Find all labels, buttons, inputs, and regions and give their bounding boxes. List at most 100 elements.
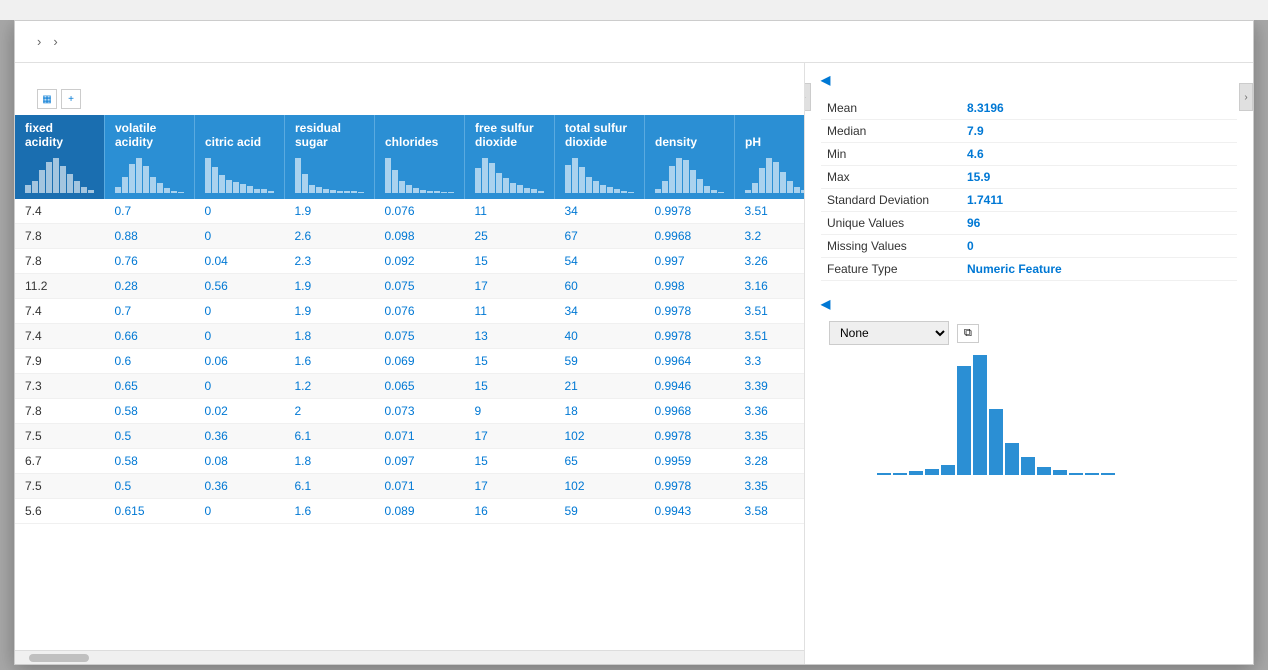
cell-r8-c4: 0.073 [375, 399, 465, 424]
cell-r8-c8: 3.36 [735, 399, 805, 424]
table-row: 7.40.701.90.07611340.99783.51 [15, 299, 804, 324]
stat-label-1: Median [821, 120, 961, 143]
cell-r1-c2: 0 [195, 224, 285, 249]
cell-r8-c2: 0.02 [195, 399, 285, 424]
histogram-chart [821, 355, 1237, 475]
hist-bar-4 [941, 465, 955, 475]
column-mini-chart-2 [205, 153, 274, 193]
column-header-5[interactable]: free sulfur dioxide [465, 115, 555, 199]
cell-r0-c6: 34 [555, 199, 645, 224]
modal-header: › › [15, 21, 1253, 63]
stat-row-0: Mean8.3196 [821, 97, 1237, 120]
column-name-1: volatile acidity [115, 121, 184, 149]
breadcrumb-sep-1: › [37, 34, 41, 49]
column-name-5: free sulfur dioxide [475, 121, 544, 149]
cell-r2-c2: 0.04 [195, 249, 285, 274]
stat-value-7: Numeric Feature [961, 258, 1237, 281]
column-header-7[interactable]: density [645, 115, 735, 199]
column-header-3[interactable]: residual sugar [285, 115, 375, 199]
cell-r3-c8: 3.16 [735, 274, 805, 299]
cell-r5-c4: 0.075 [375, 324, 465, 349]
hist-bar-13 [1085, 473, 1099, 475]
horizontal-scrollbar[interactable] [15, 650, 804, 664]
cell-r7-c0: 7.3 [15, 374, 105, 399]
cell-r0-c8: 3.51 [735, 199, 805, 224]
cell-r5-c0: 7.4 [15, 324, 105, 349]
column-header-8[interactable]: pH [735, 115, 805, 199]
column-mini-chart-7 [655, 153, 724, 193]
cell-r10-c6: 65 [555, 449, 645, 474]
stat-row-1: Median7.9 [821, 120, 1237, 143]
column-header-4[interactable]: chlorides [375, 115, 465, 199]
cell-r1-c3: 2.6 [285, 224, 375, 249]
stat-row-2: Min4.6 [821, 143, 1237, 166]
compare-select[interactable]: Nonevolatile aciditycitric acidresidual … [829, 321, 949, 345]
cell-r7-c7: 0.9946 [645, 374, 735, 399]
hist-bar-5 [957, 366, 971, 475]
column-header-2[interactable]: citric acid [195, 115, 285, 199]
cell-r11-c1: 0.5 [105, 474, 195, 499]
cell-r0-c0: 7.4 [15, 199, 105, 224]
column-mini-chart-0 [25, 153, 94, 193]
cell-r4-c0: 7.4 [15, 299, 105, 324]
column-header-0[interactable]: fixed acidity [15, 115, 105, 199]
hist-bar-11 [1053, 470, 1067, 475]
column-mini-chart-1 [115, 153, 184, 193]
statistics-table: Mean8.3196Median7.9Min4.6Max15.9Standard… [821, 97, 1237, 281]
cell-r4-c6: 34 [555, 299, 645, 324]
data-table: fixed acidity volatile acidity citric acid… [15, 115, 804, 524]
cell-r6-c8: 3.3 [735, 349, 805, 374]
stat-value-5: 96 [961, 212, 1237, 235]
cell-r5-c6: 40 [555, 324, 645, 349]
cell-r9-c0: 7.5 [15, 424, 105, 449]
column-header-1[interactable]: volatile acidity [105, 115, 195, 199]
cell-r5-c2: 0 [195, 324, 285, 349]
cell-r0-c3: 1.9 [285, 199, 375, 224]
cell-r11-c8: 3.35 [735, 474, 805, 499]
visualizations-section-header[interactable]: ◀ [821, 297, 1237, 311]
cell-r3-c6: 60 [555, 274, 645, 299]
table-row: 7.80.760.042.30.09215540.9973.26 [15, 249, 804, 274]
cell-r9-c6: 102 [555, 424, 645, 449]
stat-label-3: Max [821, 166, 961, 189]
statistics-section-header[interactable]: ◀ [821, 73, 1237, 87]
cell-r1-c5: 25 [465, 224, 555, 249]
right-panel-toggle[interactable]: › [1239, 83, 1253, 111]
copy-button[interactable]: ⧉ [957, 324, 979, 343]
stat-value-4: 1.7411 [961, 189, 1237, 212]
table-row: 5.60.61501.60.08916590.99433.58 [15, 499, 804, 524]
cell-r9-c1: 0.5 [105, 424, 195, 449]
cell-r12-c4: 0.089 [375, 499, 465, 524]
plus-view-icon[interactable]: + [61, 89, 81, 109]
cell-r8-c3: 2 [285, 399, 375, 424]
modal-close-button[interactable] [1225, 40, 1237, 44]
right-panel: › ◀ Mean8.3196Median7.9Min4.6Max15.9Stan… [805, 63, 1253, 664]
cell-r12-c2: 0 [195, 499, 285, 524]
data-table-container[interactable]: fixed acidity volatile acidity citric acid… [15, 115, 804, 650]
cell-r6-c4: 0.069 [375, 349, 465, 374]
bar-chart-view-icon[interactable]: ▦ [37, 89, 57, 109]
column-header-6[interactable]: total sulfur dioxide [555, 115, 645, 199]
stat-value-0: 8.3196 [961, 97, 1237, 120]
cell-r8-c0: 7.8 [15, 399, 105, 424]
table-row: 7.90.60.061.60.06915590.99643.3 [15, 349, 804, 374]
cell-r8-c7: 0.9968 [645, 399, 735, 424]
left-panel: ▦ + fixed acidity volatile acidity citric … [15, 63, 805, 664]
cell-r11-c0: 7.5 [15, 474, 105, 499]
cell-r10-c0: 6.7 [15, 449, 105, 474]
stat-row-3: Max15.9 [821, 166, 1237, 189]
cell-r12-c6: 59 [555, 499, 645, 524]
view-as-icons: ▦ + [37, 89, 81, 109]
cell-r8-c5: 9 [465, 399, 555, 424]
cell-r4-c3: 1.9 [285, 299, 375, 324]
stat-row-5: Unique Values96 [821, 212, 1237, 235]
cell-r10-c4: 0.097 [375, 449, 465, 474]
left-panel-toggle[interactable]: › [805, 83, 811, 111]
column-mini-chart-8 [745, 153, 804, 193]
cell-r3-c2: 0.56 [195, 274, 285, 299]
cell-r3-c0: 11.2 [15, 274, 105, 299]
column-name-6: total sulfur dioxide [565, 121, 634, 149]
cell-r12-c7: 0.9943 [645, 499, 735, 524]
cell-r1-c0: 7.8 [15, 224, 105, 249]
cell-r7-c1: 0.65 [105, 374, 195, 399]
